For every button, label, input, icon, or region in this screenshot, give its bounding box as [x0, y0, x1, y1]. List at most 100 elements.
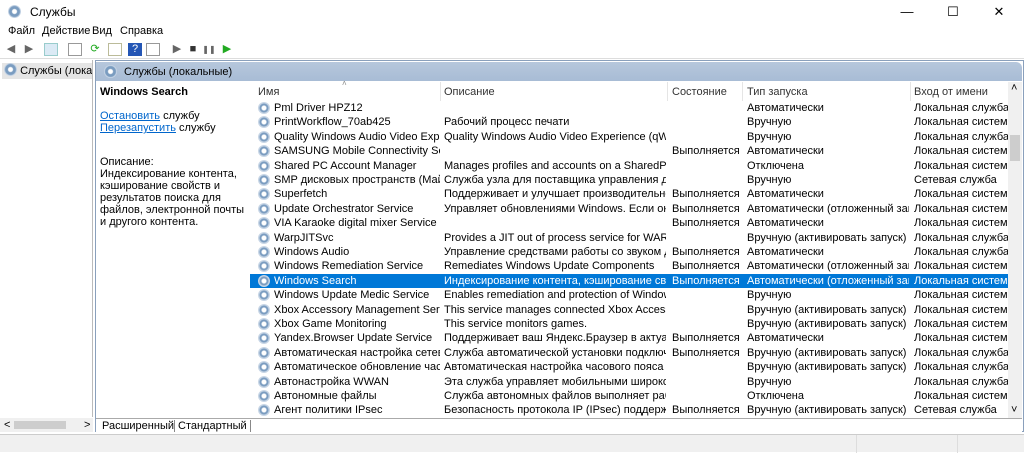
tab-extended[interactable]: Расширенный	[102, 420, 174, 432]
column-divider[interactable]	[742, 82, 743, 101]
table-row[interactable]: Автономные файлы Служба автономных файлов…	[250, 389, 1008, 403]
service-status: Выполняется	[672, 274, 740, 287]
service-log-on-as: Локальная служба	[914, 375, 1008, 388]
stop-service-button[interactable]: ■	[186, 43, 200, 56]
table-row[interactable]: WarpJITSvc Provides a JIT out of process …	[250, 231, 1008, 245]
table-row[interactable]: Агент политики IPsec Безопасность протоко…	[250, 403, 1008, 417]
description-label: Описание:	[100, 156, 154, 168]
service-log-on-as: Локальная служба	[914, 130, 1008, 143]
service-name: SMP дисковых пространств (Майкрос...	[274, 174, 440, 186]
menu-file[interactable]: Файл	[8, 25, 35, 37]
menu-action[interactable]: Действие	[42, 25, 90, 37]
table-row[interactable]: Windows Audio Управление средствами работ…	[250, 245, 1008, 259]
menu-help[interactable]: Справка	[120, 25, 163, 37]
service-startup-type: Вручную	[747, 174, 792, 186]
service-log-on-as: Локальная служба	[914, 102, 1008, 114]
tree-horizontal-scrollbar[interactable]: < >	[0, 418, 93, 432]
menu-view[interactable]: Вид	[92, 25, 112, 37]
service-gear-icon	[258, 217, 270, 230]
services-list: Pml Driver HPZ12 Автоматически Локальная с…	[250, 101, 1008, 418]
service-log-on-as: Локальная система	[914, 318, 1008, 330]
scroll-up-arrow[interactable]: ˄	[1011, 82, 1017, 94]
scroll-down-arrow[interactable]: ˅	[1011, 404, 1017, 416]
service-log-on-as: Локальная система	[914, 159, 1008, 172]
column-divider[interactable]	[440, 82, 441, 101]
description-text: Индексирование контента, кэширование сво…	[100, 168, 245, 228]
column-divider[interactable]	[910, 82, 911, 101]
service-name: Superfetch	[274, 188, 328, 201]
table-row[interactable]: Xbox Game Monitoring This service monitor…	[250, 317, 1008, 331]
service-name: PrintWorkflow_70ab425	[274, 116, 391, 129]
table-row[interactable]: VIA Karaoke digital mixer Service Выполня…	[250, 216, 1008, 230]
table-row[interactable]: Windows Search Индексирование контента, к…	[250, 273, 1008, 289]
service-gear-icon	[258, 202, 270, 215]
column-header-startup-type[interactable]: Тип запуска	[747, 86, 808, 98]
forward-button[interactable]: ▶	[22, 43, 36, 56]
back-button[interactable]: ◀	[4, 43, 18, 56]
restart-service-button[interactable]: ▶	[220, 43, 234, 56]
table-row[interactable]: Yandex.Browser Update Service Поддерживае…	[250, 331, 1008, 345]
tree-item-services-local[interactable]: Службы (локальные)	[2, 63, 92, 79]
close-button[interactable]: ✕	[976, 0, 1022, 24]
service-startup-type: Автоматически (отложенный запуск)	[747, 202, 909, 215]
service-gear-icon	[258, 260, 270, 273]
properties-button[interactable]	[68, 43, 82, 56]
service-gear-icon	[258, 188, 270, 201]
service-gear-icon	[258, 174, 270, 186]
table-row[interactable]: Shared PC Account Manager Manages profile…	[250, 159, 1008, 173]
service-startup-type: Автоматически	[747, 145, 824, 158]
export-list-button[interactable]	[108, 43, 122, 56]
services-icon	[4, 63, 17, 76]
table-row[interactable]: Xbox Accessory Management Service This se…	[250, 303, 1008, 317]
service-gear-icon	[258, 116, 270, 129]
refresh-button[interactable]: ⟳	[88, 43, 102, 56]
help-button[interactable]: ?	[128, 43, 142, 56]
service-name: Xbox Game Monitoring	[274, 318, 387, 330]
column-header-description[interactable]: Описание	[444, 86, 495, 98]
column-header-status[interactable]: Состояние	[672, 86, 727, 98]
list-vertical-scrollbar[interactable]: ˄ ˅	[1008, 82, 1022, 418]
service-startup-type: Отключена	[747, 159, 804, 172]
service-gear-icon	[258, 361, 270, 374]
service-startup-type: Отключена	[747, 390, 804, 402]
column-divider[interactable]	[667, 82, 668, 101]
action-pane-button[interactable]	[146, 43, 160, 56]
table-row[interactable]: Автоматическая настройка сетевых у... Слу…	[250, 346, 1008, 360]
table-row[interactable]: PrintWorkflow_70ab425 Рабочий процесс печ…	[250, 115, 1008, 129]
table-row[interactable]: Автонастройка WWAN Эта служба управляет м…	[250, 375, 1008, 389]
table-row[interactable]: Superfetch Поддерживает и улучшает произв…	[250, 187, 1008, 201]
service-description: Enables remediation and protection of Wi…	[444, 289, 666, 302]
table-row[interactable]: Автоматическое обновление часовог... Авто…	[250, 360, 1008, 374]
stop-service-link[interactable]: Остановить	[100, 110, 160, 122]
service-description: This service monitors games.	[444, 318, 588, 330]
table-row[interactable]: Quality Windows Audio Video Experience Qu…	[250, 130, 1008, 144]
table-row[interactable]: Windows Remediation Service Remediates Wi…	[250, 259, 1008, 273]
table-row[interactable]: Windows Update Medic Service Enables reme…	[250, 288, 1008, 302]
scroll-thumb[interactable]	[14, 421, 66, 429]
scroll-right-arrow[interactable]: >	[84, 419, 90, 431]
start-service-button[interactable]: ▶	[170, 43, 184, 56]
column-header-name[interactable]: Имя	[258, 86, 279, 98]
table-row[interactable]: SMP дисковых пространств (Майкрос... Служ…	[250, 173, 1008, 187]
service-gear-icon	[258, 231, 270, 244]
scroll-left-arrow[interactable]: <	[4, 419, 10, 431]
table-row[interactable]: Pml Driver HPZ12 Автоматически Локальная с…	[250, 101, 1008, 115]
table-row[interactable]: SAMSUNG Mobile Connectivity Service Выпол…	[250, 144, 1008, 158]
service-status: Выполняется	[672, 332, 740, 345]
table-row[interactable]: Update Orchestrator Service Управляет обн…	[250, 202, 1008, 216]
view-tabs: Расширенный Стандартный	[96, 418, 1022, 433]
service-startup-type: Автоматически	[747, 102, 824, 114]
service-gear-icon	[258, 303, 270, 316]
pause-service-button[interactable]: ❚❚	[202, 43, 216, 56]
scroll-thumb[interactable]	[1010, 135, 1020, 161]
service-status: Выполняется	[672, 217, 740, 230]
link-suffix: службу	[160, 110, 200, 122]
column-header-log-on-as[interactable]: Вход от имени	[914, 86, 988, 98]
service-name: Автонастройка WWAN	[274, 375, 389, 388]
restart-service-link[interactable]: Перезапустить	[100, 122, 176, 134]
minimize-button[interactable]: —	[884, 0, 930, 24]
show-hide-tree-button[interactable]	[44, 43, 58, 56]
service-description: Поддерживает ваш Яндекс.Браузер в актуал…	[444, 332, 666, 345]
maximize-button[interactable]: ☐	[930, 0, 976, 24]
tab-standard[interactable]: Стандартный	[174, 420, 251, 432]
